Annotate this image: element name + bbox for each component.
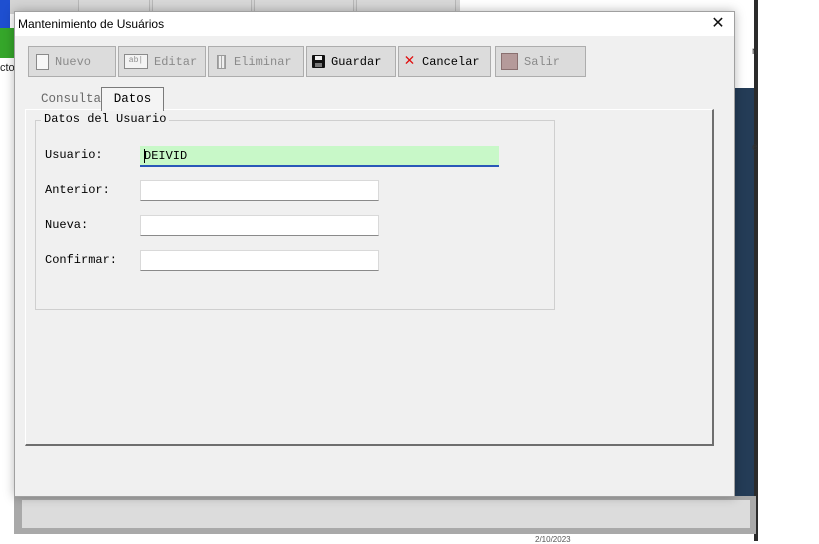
edit-field-icon: ab| bbox=[124, 54, 148, 69]
salir-button[interactable]: Salir bbox=[495, 46, 586, 77]
cancelar-button-label: Cancelar bbox=[422, 54, 480, 69]
background-partial-label: cto bbox=[0, 62, 15, 74]
eliminar-button[interactable]: Eliminar bbox=[208, 46, 304, 77]
anterior-password-input[interactable] bbox=[140, 180, 379, 201]
text-caret bbox=[144, 149, 145, 163]
background-frame-inner bbox=[22, 500, 750, 528]
background-app-icon bbox=[0, 0, 10, 28]
background-app-icon bbox=[0, 28, 14, 58]
new-document-icon bbox=[36, 53, 49, 70]
cancelar-button[interactable]: ✕ Cancelar bbox=[398, 46, 491, 77]
usuario-input[interactable]: DEIVID bbox=[140, 146, 499, 167]
eliminar-button-label: Eliminar bbox=[234, 54, 292, 69]
guardar-button-label: Guardar bbox=[331, 54, 382, 69]
trash-icon bbox=[217, 54, 226, 69]
background-side-mark: n bbox=[752, 46, 758, 57]
background-side-mark: e bbox=[752, 142, 758, 153]
confirmar-label: Confirmar: bbox=[45, 253, 118, 267]
anterior-label: Anterior: bbox=[45, 183, 110, 197]
guardar-button[interactable]: Guardar bbox=[306, 46, 396, 77]
confirmar-password-input[interactable] bbox=[140, 250, 379, 271]
red-x-icon: ✕ bbox=[404, 51, 415, 71]
window-title: Mantenimiento de Usuários bbox=[18, 17, 165, 31]
nuevo-button-label: Nuevo bbox=[55, 54, 92, 69]
tab-datos[interactable]: Datos bbox=[101, 87, 164, 111]
floppy-disk-icon bbox=[312, 55, 325, 68]
user-maintenance-dialog: Mantenimiento de Usuários ✕ Nuevo ab| Ed… bbox=[14, 11, 735, 497]
nueva-password-input[interactable] bbox=[140, 215, 379, 236]
nuevo-button[interactable]: Nuevo bbox=[28, 46, 116, 77]
salir-button-label: Salir bbox=[524, 54, 561, 69]
nueva-label: Nueva: bbox=[45, 218, 89, 232]
background-window-edge bbox=[754, 0, 758, 541]
title-bar[interactable]: Mantenimiento de Usuários ✕ bbox=[15, 12, 734, 36]
editar-button[interactable]: ab| Editar bbox=[118, 46, 206, 77]
group-title: Datos del Usuario bbox=[41, 112, 170, 126]
usuario-label: Usuario: bbox=[45, 148, 103, 162]
exit-icon bbox=[501, 53, 518, 70]
background-date-text: 2/10/2023 bbox=[535, 535, 571, 544]
editar-button-label: Editar bbox=[154, 54, 198, 69]
close-icon[interactable]: ✕ bbox=[708, 14, 728, 34]
